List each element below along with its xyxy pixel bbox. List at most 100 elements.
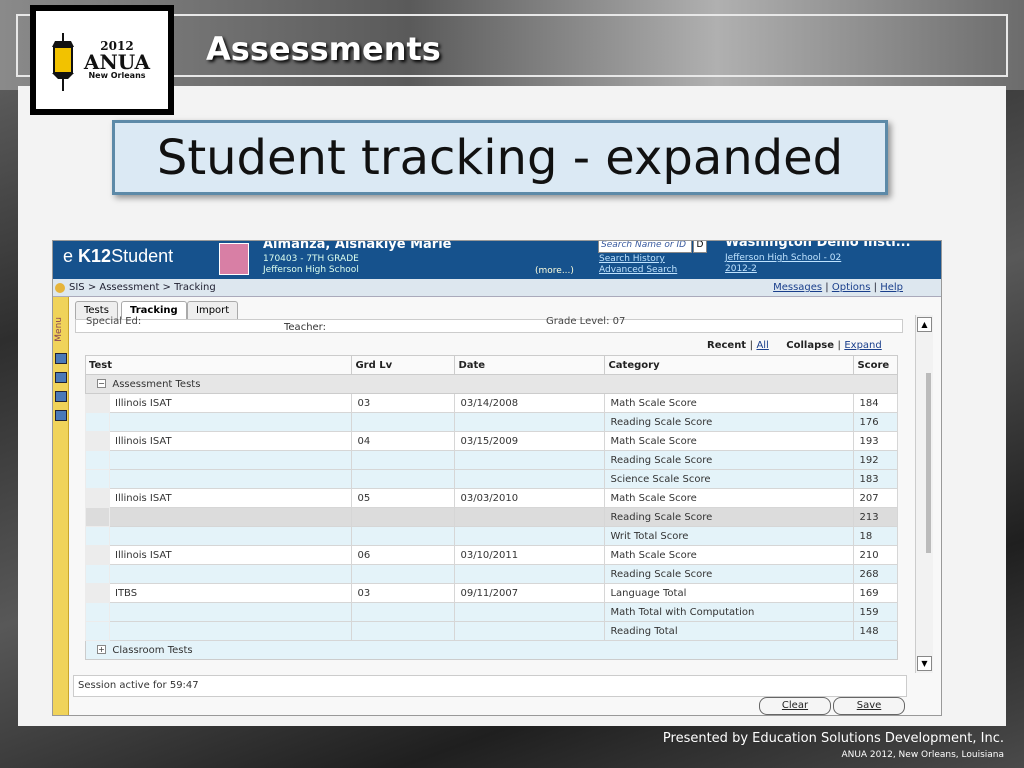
messages-link[interactable]: Messages (773, 282, 822, 293)
row-indent (85, 507, 110, 527)
special-ed-label: Special Ed: (86, 316, 142, 327)
row-indent (85, 412, 110, 432)
col-grade[interactable]: Grd Lv (351, 355, 456, 375)
table-cell: 04 (351, 431, 456, 451)
advanced-search-link[interactable]: Advanced Search (599, 265, 677, 276)
expand-link[interactable]: Expand (844, 340, 881, 351)
clear-button[interactable]: Clear (759, 697, 831, 715)
export-icon[interactable] (55, 410, 67, 421)
table-cell: 148 (853, 621, 898, 641)
app-logo: e K12Student (63, 246, 174, 266)
institution-name: Washington Demo Insti... (725, 240, 911, 250)
table-cell (351, 507, 456, 527)
footer-credit: Presented by Education Solutions Develop… (662, 731, 1004, 746)
table-cell: 159 (853, 602, 898, 622)
scroll-down-icon[interactable]: ▼ (917, 656, 932, 671)
table-cell (108, 526, 353, 546)
group-row-assessment[interactable]: − Assessment Tests (85, 374, 898, 394)
table-cell: Language Total (604, 583, 855, 603)
table-cell: Illinois ISAT (108, 393, 353, 413)
table-cell: Math Scale Score (604, 393, 855, 413)
table-cell (454, 526, 606, 546)
institution-info[interactable]: Jefferson High School - 02 2012-2 (725, 253, 841, 275)
student-name: Almanza, Aishakiye Marie (263, 240, 452, 252)
row-indent (85, 545, 110, 565)
table-cell (108, 412, 353, 432)
table-cell: 18 (853, 526, 898, 546)
row-indent (85, 469, 110, 489)
table-row[interactable]: Writ Total Score 18 (85, 526, 898, 546)
collapse-icon[interactable]: − (97, 379, 106, 388)
table-cell: 03/15/2009 (454, 431, 606, 451)
table-cell (108, 564, 353, 584)
table-row[interactable]: Illinois ISAT 04 03/15/2009 Math Scale Scor… (85, 431, 898, 451)
collapse-link[interactable]: Collapse (786, 340, 834, 351)
table-cell: Reading Scale Score (604, 412, 855, 432)
table-cell: Math Scale Score (604, 488, 855, 508)
table-row[interactable]: Illinois ISAT 06 03/10/2011 Math Scale Scor… (85, 545, 898, 565)
tab-import[interactable]: Import (187, 301, 239, 319)
save-button[interactable]: Save (833, 697, 905, 715)
grid-icon[interactable] (55, 391, 67, 402)
slide-title-box: Student tracking - expanded (112, 120, 888, 195)
table-cell: 03 (351, 393, 456, 413)
table-cell: 213 (853, 507, 898, 527)
row-indent (85, 393, 110, 413)
table-cell (454, 412, 606, 432)
footer-event: ANUA 2012, New Orleans, Louisiana (841, 750, 1004, 760)
table-cell: Reading Scale Score (604, 564, 855, 584)
table-cell (108, 469, 353, 489)
tracking-table: Test Grd Lv Date Category Score − Assess… (84, 355, 898, 660)
scroll-up-icon[interactable]: ▲ (917, 317, 932, 332)
col-date[interactable]: Date (454, 355, 606, 375)
col-category[interactable]: Category (604, 355, 855, 375)
scrollbar[interactable]: ▲ ▼ (915, 315, 933, 673)
col-score[interactable]: Score (853, 355, 898, 375)
table-row[interactable]: Illinois ISAT 03 03/14/2008 Math Scale Scor… (85, 393, 898, 413)
table-cell: 193 (853, 431, 898, 451)
search-input[interactable]: Search Name or ID (598, 241, 692, 253)
table-row[interactable]: Math Total with Computation 159 (85, 602, 898, 622)
scroll-thumb[interactable] (926, 373, 931, 553)
table-row[interactable]: Science Scale Score 183 (85, 469, 898, 489)
table-cell (454, 564, 606, 584)
print-icon[interactable] (55, 353, 67, 364)
table-cell: 184 (853, 393, 898, 413)
search-button[interactable]: D (693, 241, 707, 253)
table-row[interactable]: Reading Scale Score 213 (85, 507, 898, 527)
table-row[interactable]: Reading Total 148 (85, 621, 898, 641)
globe-icon (55, 283, 65, 293)
help-link[interactable]: Help (880, 282, 903, 293)
table-cell: Illinois ISAT (108, 545, 353, 565)
table-row[interactable]: Reading Scale Score 268 (85, 564, 898, 584)
all-link[interactable]: All (756, 340, 768, 351)
expand-icon[interactable]: + (97, 645, 106, 654)
table-cell (351, 450, 456, 470)
table-cell: Reading Scale Score (604, 507, 855, 527)
table-cell (454, 507, 606, 527)
breadcrumb: SIS > Assessment > Tracking Messages | O… (53, 279, 941, 297)
table-cell (454, 469, 606, 489)
group-row-classroom[interactable]: + Classroom Tests (85, 640, 898, 660)
table-cell: 05 (351, 488, 456, 508)
row-indent (85, 564, 110, 584)
table-cell (351, 564, 456, 584)
options-link[interactable]: Options (832, 282, 871, 293)
search-history-link[interactable]: Search History (599, 254, 677, 265)
app-topbar: e K12Student Almanza, Aishakiye Marie 17… (53, 240, 941, 279)
table-cell (454, 621, 606, 641)
table-row[interactable]: Illinois ISAT 05 03/03/2010 Math Scale Scor… (85, 488, 898, 508)
table-row[interactable]: Reading Scale Score 176 (85, 412, 898, 432)
table-cell: 09/11/2007 (454, 583, 606, 603)
table-cell: 207 (853, 488, 898, 508)
recent-link[interactable]: Recent (707, 340, 746, 351)
menu-label: Menu (54, 317, 64, 342)
table-row[interactable]: Reading Scale Score 192 (85, 450, 898, 470)
row-indent (85, 488, 110, 508)
top-links: Messages | Options | Help (773, 282, 903, 293)
table-cell: 210 (853, 545, 898, 565)
more-link[interactable]: (more...) (535, 266, 574, 276)
col-test[interactable]: Test (84, 355, 353, 375)
table-row[interactable]: ITBS 03 09/11/2007 Language Total 169 (85, 583, 898, 603)
chart-icon[interactable] (55, 372, 67, 383)
